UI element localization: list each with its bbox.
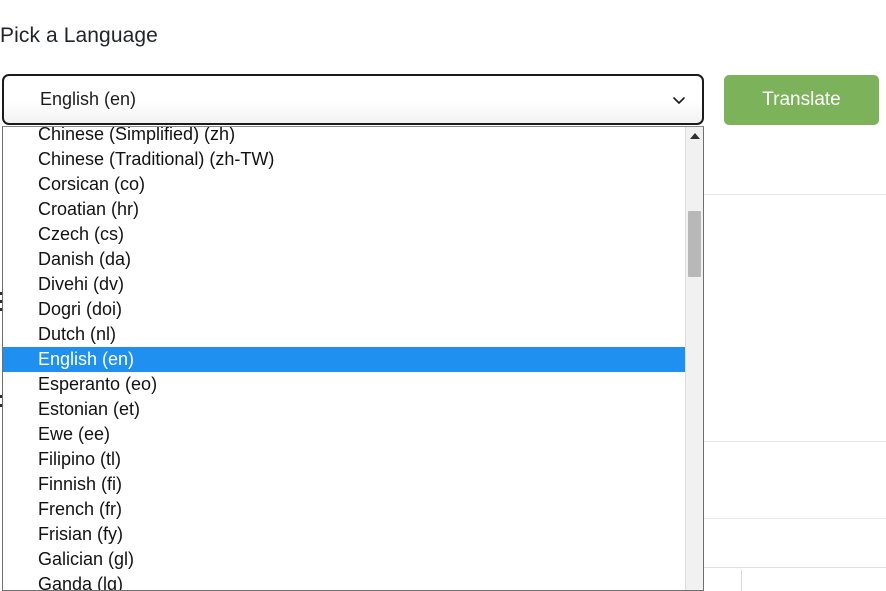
- language-select-value: English (en): [40, 89, 137, 109]
- triangle-up-icon[interactable]: [686, 127, 703, 144]
- language-option[interactable]: Chinese (Traditional) (zh-TW): [3, 147, 685, 172]
- language-option[interactable]: Frisian (fy): [3, 522, 685, 547]
- background-vertical-rule: [741, 570, 742, 591]
- language-option[interactable]: Galician (gl): [3, 547, 685, 572]
- translate-button[interactable]: Translate: [724, 75, 879, 125]
- language-option[interactable]: Corsican (co): [3, 172, 685, 197]
- scrollbar-thumb[interactable]: [688, 211, 701, 277]
- language-option[interactable]: Chinese (Simplified) (zh): [3, 127, 685, 147]
- language-option[interactable]: Dutch (nl): [3, 322, 685, 347]
- background-divider: [699, 567, 886, 568]
- language-option[interactable]: French (fr): [3, 497, 685, 522]
- background-panel: [697, 130, 886, 591]
- language-option[interactable]: Czech (cs): [3, 222, 685, 247]
- language-option[interactable]: Finnish (fi): [3, 472, 685, 497]
- triangle-up-glyph: [689, 132, 700, 139]
- language-option-list[interactable]: Chinese (Simplified) (zh) Chinese (Tradit…: [2, 126, 704, 591]
- language-option[interactable]: English (en): [3, 347, 685, 372]
- app-screen: Pick a Language Translate English (en) C…: [0, 0, 886, 591]
- language-option[interactable]: Danish (da): [3, 247, 685, 272]
- language-select[interactable]: English (en): [2, 74, 704, 125]
- option-list-scroll-area[interactable]: Chinese (Simplified) (zh) Chinese (Tradit…: [3, 127, 685, 590]
- language-option[interactable]: Divehi (dv): [3, 272, 685, 297]
- language-option[interactable]: Croatian (hr): [3, 197, 685, 222]
- background-divider: [699, 441, 886, 442]
- language-option[interactable]: Estonian (et): [3, 397, 685, 422]
- option-list-scrollbar[interactable]: [685, 127, 703, 590]
- language-option[interactable]: Esperanto (eo): [3, 372, 685, 397]
- language-option[interactable]: Filipino (tl): [3, 447, 685, 472]
- language-option[interactable]: Dogri (doi): [3, 297, 685, 322]
- background-divider: [699, 194, 886, 195]
- chevron-down-icon: [670, 91, 688, 109]
- language-option[interactable]: Ewe (ee): [3, 422, 685, 447]
- language-option[interactable]: Ganda (lg): [3, 572, 685, 590]
- background-divider: [699, 518, 886, 519]
- page-title: Pick a Language: [0, 24, 158, 47]
